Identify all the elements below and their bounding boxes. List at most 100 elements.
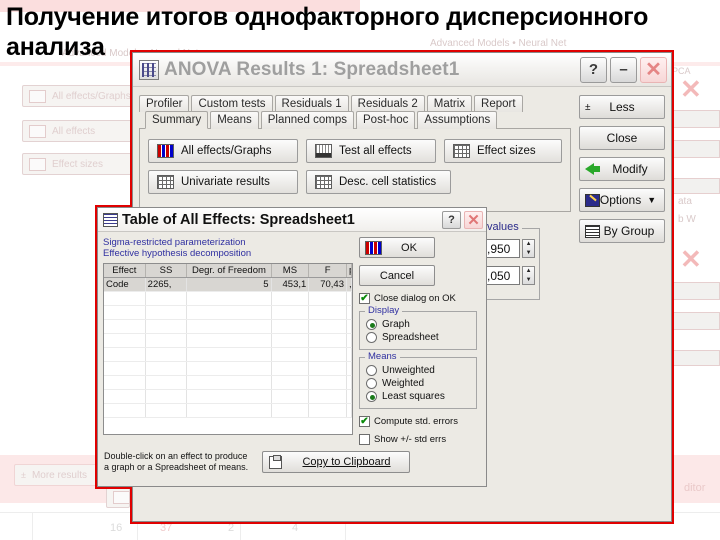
radio-label: Weighted	[382, 378, 425, 389]
tab-assumptions[interactable]: Assumptions	[417, 111, 498, 129]
spinner-down-icon[interactable]: ▼	[523, 276, 534, 285]
confidence-value-input[interactable]: ,950	[483, 239, 521, 258]
table-row[interactable]	[104, 390, 352, 404]
tab-planned-comps[interactable]: Planned comps	[260, 111, 355, 129]
spinner-buttons[interactable]: ▲ ▼	[522, 266, 535, 285]
tab-residuals-2[interactable]: Residuals 2	[350, 95, 425, 112]
all-effects-graphs-button[interactable]: All effects/Graphs	[148, 139, 298, 163]
column-header-ms: MS	[272, 264, 310, 277]
close-button[interactable]: Close	[579, 126, 665, 150]
compute-std-errors-checkbox[interactable]: ✔ Compute std. errors	[359, 416, 477, 427]
tab-post-hoc[interactable]: Post-hoc	[356, 111, 416, 129]
cancel-button[interactable]: Cancel	[359, 265, 435, 286]
button-label: By Group	[603, 224, 655, 238]
tab-means[interactable]: Means	[210, 111, 259, 129]
grid-icon	[453, 144, 470, 158]
modify-button[interactable]: Modify	[579, 157, 665, 181]
close-dialog-on-ok-checkbox[interactable]: ✔ Close dialog on OK	[359, 293, 477, 304]
button-label: All effects/Graphs	[181, 145, 272, 157]
options-button[interactable]: Options ▼	[579, 188, 665, 212]
table-effects-icon	[103, 212, 118, 227]
bg-small-label: b W	[678, 214, 696, 225]
desc-cell-statistics-button[interactable]: Desc. cell statistics	[306, 170, 451, 194]
bg-field	[672, 140, 720, 158]
column-header-ss: SS	[146, 264, 188, 277]
radio-selected-icon	[366, 319, 377, 330]
alpha-value-input[interactable]: ,050	[483, 266, 521, 285]
tab-report[interactable]: Report	[474, 95, 523, 112]
spinner-up-icon[interactable]: ▲	[523, 267, 534, 276]
display-group: Display Graph Spreadsheet	[359, 305, 477, 350]
parameterization-note: Sigma-restricted parameterization	[103, 237, 246, 248]
effect-sizes-button[interactable]: Effect sizes	[444, 139, 562, 163]
grid-color-icon	[29, 89, 46, 103]
bg-field	[672, 312, 720, 330]
help-button[interactable]: ?	[580, 56, 607, 83]
minimize-button[interactable]: –	[610, 56, 637, 83]
close-button[interactable]: ✕	[464, 210, 483, 229]
radio-means-weighted[interactable]: Weighted	[366, 378, 471, 389]
test-all-effects-button[interactable]: Test all effects	[306, 139, 436, 163]
checkbox-checked-icon: ✔	[359, 292, 370, 304]
options-icon	[585, 193, 600, 207]
by-group-button[interactable]: By Group	[579, 219, 665, 243]
table-row[interactable]	[104, 306, 352, 320]
footer-note: Double-click on an effect to produce a g…	[104, 451, 249, 472]
by-group-icon	[585, 224, 600, 238]
radio-selected-icon	[366, 391, 377, 402]
tab-residuals-1[interactable]: Residuals 1	[274, 95, 349, 112]
table-row[interactable]	[104, 362, 352, 376]
column-header-effect: Effect	[104, 264, 146, 277]
radio-means-unweighted[interactable]: Unweighted	[366, 365, 471, 376]
radio-display-spreadsheet[interactable]: Spreadsheet	[366, 332, 471, 343]
spinner-down-icon[interactable]: ▼	[523, 249, 534, 258]
spinner-buttons[interactable]: ▲ ▼	[522, 239, 535, 258]
column-header-p: p	[347, 264, 352, 277]
column-header-f: F	[309, 264, 347, 277]
bg-cell-value: 16	[110, 522, 123, 534]
radio-display-graph[interactable]: Graph	[366, 319, 471, 330]
copy-to-clipboard-button[interactable]: Copy to Clipboard	[262, 451, 410, 473]
tabs-row-1: Profiler Custom tests Residuals 1 Residu…	[139, 95, 571, 112]
column-header-df: Degr. of Freedom	[187, 264, 272, 277]
tab-summary[interactable]: Summary	[145, 111, 209, 129]
button-label: Univariate results	[181, 176, 270, 188]
cell-f: 70,43	[309, 278, 347, 291]
less-button[interactable]: ± Less	[579, 95, 665, 119]
effects-table-area: Sigma-restricted parameterization Effect…	[103, 237, 353, 445]
table-row[interactable]	[104, 348, 352, 362]
bg-by-group-icon-button	[106, 486, 130, 508]
help-button[interactable]: ?	[442, 210, 461, 229]
tab-matrix[interactable]: Matrix	[426, 95, 473, 112]
table-row[interactable]	[104, 404, 352, 418]
bg-button-label: All effects	[52, 125, 96, 137]
alpha-value-stepper[interactable]: ,050 ▲ ▼	[483, 266, 535, 285]
ok-button[interactable]: OK	[359, 237, 435, 258]
table-row[interactable]	[104, 320, 352, 334]
effects-table[interactable]: Effect SS Degr. of Freedom MS F p Code 2…	[103, 263, 353, 435]
spinner-up-icon[interactable]: ▲	[523, 240, 534, 249]
confidence-value-stepper[interactable]: ,950 ▲ ▼	[483, 239, 535, 258]
close-button[interactable]: ✕	[640, 56, 667, 83]
table-header-row: Effect SS Degr. of Freedom MS F p	[104, 264, 352, 278]
radio-unselected-icon	[366, 365, 377, 376]
bg-small-label: ata	[678, 196, 692, 207]
table-row[interactable]	[104, 292, 352, 306]
button-label: Modify	[612, 162, 648, 176]
grid-icon	[29, 157, 46, 171]
table-row[interactable]: Code 2265, 5 453,1 70,43 ,0000	[104, 278, 352, 292]
cell-ss: 2265,	[146, 278, 188, 291]
radio-unselected-icon	[366, 378, 377, 389]
show-std-errs-checkbox[interactable]: Show +/- std errs	[359, 434, 477, 445]
univariate-results-button[interactable]: Univariate results	[148, 170, 298, 194]
tab-custom-tests[interactable]: Custom tests	[191, 95, 273, 112]
table-row[interactable]	[104, 376, 352, 390]
grid-color-icon	[365, 240, 382, 255]
summary-button-row-1: All effects/Graphs Test all effects Effe…	[148, 139, 562, 163]
table-row[interactable]	[104, 334, 352, 348]
grid-icon	[157, 175, 174, 189]
grid-icon	[315, 175, 332, 189]
radio-means-least-squares[interactable]: Least squares	[366, 391, 471, 402]
green-back-arrow-icon	[585, 163, 600, 175]
tab-profiler[interactable]: Profiler	[139, 95, 190, 112]
